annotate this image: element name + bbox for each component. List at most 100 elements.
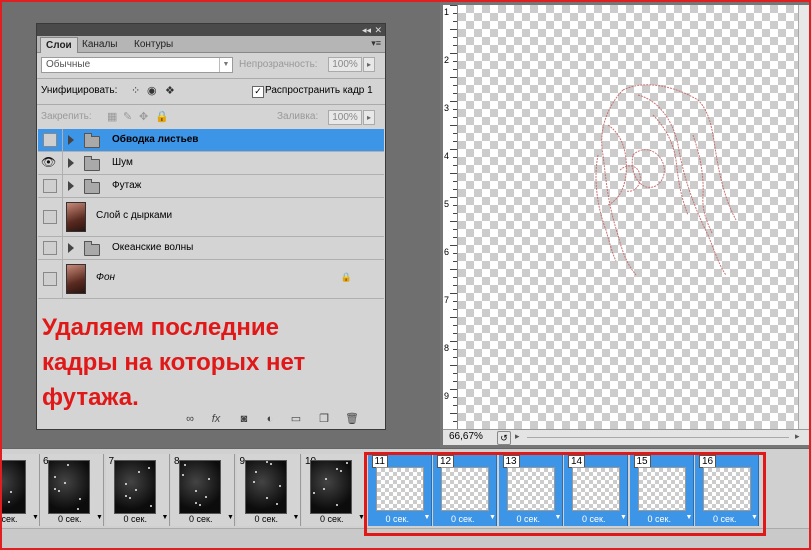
delay-dropdown-icon[interactable]: ▼	[32, 514, 39, 521]
lock-all-icon[interactable]: 🔒	[155, 110, 169, 124]
fill-label: Заливка:	[277, 111, 319, 122]
folder-icon	[84, 179, 100, 194]
fill-input[interactable]: 100%	[328, 110, 362, 125]
expand-triangle-icon[interactable]	[68, 135, 74, 145]
frame-delay[interactable]: 0 сек.	[189, 514, 212, 524]
unify-position-icon[interactable]: ⁘	[131, 84, 145, 98]
visibility-toggle[interactable]	[38, 129, 63, 151]
ruler-tick	[453, 405, 457, 406]
blend-mode-select[interactable]: Обычные ▼	[41, 57, 233, 73]
visibility-box	[43, 179, 57, 193]
opacity-input[interactable]: 100%	[328, 57, 362, 72]
expand-triangle-icon[interactable]	[68, 243, 74, 253]
panel-menu-icon[interactable]: ▾≡	[371, 38, 381, 49]
delay-dropdown-icon[interactable]: ▼	[162, 514, 169, 521]
layer-row[interactable]: 👁 Шум	[38, 152, 384, 175]
visibility-toggle[interactable]	[38, 260, 63, 298]
panel-tabs: Слои Каналы Контуры ▾≡	[37, 36, 385, 53]
propagate-checkbox[interactable]: ✓	[252, 86, 264, 98]
tab-layers[interactable]: Слои	[40, 37, 78, 53]
layer-thumbnail	[66, 264, 86, 294]
animation-frame[interactable]: 70 сек. ▼	[105, 454, 170, 526]
animation-frame[interactable]: 80 сек. ▼	[171, 454, 235, 526]
doc-info-icon[interactable]: ↺	[497, 431, 511, 445]
noise-speck	[195, 490, 197, 492]
frame-thumbnail	[48, 460, 90, 514]
animation-frame[interactable]: 0 сек. ▼	[0, 454, 40, 526]
ruler-tick	[453, 301, 457, 302]
layer-row[interactable]: Океанские волны	[38, 237, 384, 260]
ruler-tick	[450, 77, 457, 78]
vertical-scrollbar[interactable]	[798, 5, 810, 429]
noise-speck	[325, 478, 327, 480]
zoom-level[interactable]: 66,67%	[449, 431, 483, 442]
ruler-tick	[453, 229, 457, 230]
expand-triangle-icon[interactable]	[68, 181, 74, 191]
expand-triangle-icon[interactable]	[68, 158, 74, 168]
noise-speck	[124, 495, 127, 497]
frame-delay[interactable]: 0 сек.	[0, 514, 17, 524]
eye-icon: 👁	[41, 155, 57, 169]
frame-delay[interactable]: 0 сек.	[58, 514, 81, 524]
noise-speck	[199, 504, 201, 506]
frame-delay[interactable]: 0 сек.	[255, 514, 278, 524]
frame-thumbnail	[0, 460, 26, 514]
noise-speck	[128, 497, 131, 499]
visibility-box	[43, 272, 57, 286]
noise-speck	[275, 503, 278, 505]
layer-row[interactable]: Фон 🔒	[38, 260, 384, 299]
unify-style-icon[interactable]: ❖	[165, 84, 179, 98]
tab-paths[interactable]: Контуры	[129, 37, 178, 52]
fill-arrow-icon[interactable]: ▸	[363, 110, 375, 125]
lock-pixels-icon[interactable]: ✎	[123, 110, 137, 124]
noise-speck	[184, 464, 186, 466]
opacity-arrow-icon[interactable]: ▸	[363, 57, 375, 72]
visibility-toggle[interactable]: 👁	[38, 152, 63, 174]
noise-speck	[313, 492, 315, 494]
layer-row[interactable]: Футаж	[38, 175, 384, 198]
noise-speck	[134, 489, 137, 491]
noise-speck	[67, 464, 69, 466]
delay-dropdown-icon[interactable]: ▼	[293, 514, 300, 521]
ruler-tick	[453, 13, 457, 14]
animation-frame[interactable]: 60 сек. ▼	[40, 454, 104, 526]
lock-position-icon[interactable]: ✥	[139, 110, 153, 124]
lock-transparency-icon[interactable]: ▦	[107, 110, 121, 124]
layer-row[interactable]: Обводка листьев	[38, 129, 384, 152]
frame-delay[interactable]: 0 сек.	[320, 514, 343, 524]
layer-name: Слой с дырками	[96, 210, 173, 221]
ruler-tick	[453, 165, 457, 166]
noise-speck	[269, 463, 272, 465]
animation-frame[interactable]: 90 сек. ▼	[236, 454, 301, 526]
layer-row[interactable]: Слой с дырками	[38, 198, 384, 237]
noise-speck	[278, 485, 281, 487]
close-icon[interactable]: ✕	[374, 24, 382, 36]
status-menu-icon[interactable]: ▸	[515, 431, 520, 442]
noise-speck	[254, 471, 257, 473]
document-canvas[interactable]	[458, 5, 798, 429]
delay-dropdown-icon[interactable]: ▼	[227, 514, 234, 521]
ruler-tick	[450, 269, 457, 270]
ruler-tick	[450, 341, 457, 342]
horizontal-scrollbar[interactable]	[527, 437, 789, 438]
visibility-toggle[interactable]	[38, 175, 63, 197]
folder-icon	[84, 241, 100, 256]
noise-speck	[336, 468, 338, 470]
frame-delay[interactable]: 0 сек.	[124, 514, 147, 524]
delay-dropdown-icon[interactable]: ▼	[96, 514, 103, 521]
noise-speck	[124, 483, 127, 485]
ruler-tick	[453, 133, 457, 134]
collapse-icon[interactable]: ◂◂	[362, 24, 371, 36]
visibility-toggle[interactable]	[38, 198, 63, 236]
noise-speck	[323, 488, 325, 490]
frame-thumbnail	[113, 460, 156, 514]
ruler-tick	[450, 413, 457, 414]
tab-channels[interactable]: Каналы	[77, 37, 123, 52]
animation-frame[interactable]: 100 сек.▼	[302, 454, 366, 526]
visibility-toggle[interactable]	[38, 237, 63, 259]
unify-visibility-icon[interactable]: ◉	[147, 84, 161, 98]
scroll-right-icon[interactable]: ▸	[795, 431, 800, 442]
ruler-number: 8	[444, 343, 450, 353]
ruler-tick	[453, 397, 457, 398]
noise-speck	[58, 490, 60, 492]
